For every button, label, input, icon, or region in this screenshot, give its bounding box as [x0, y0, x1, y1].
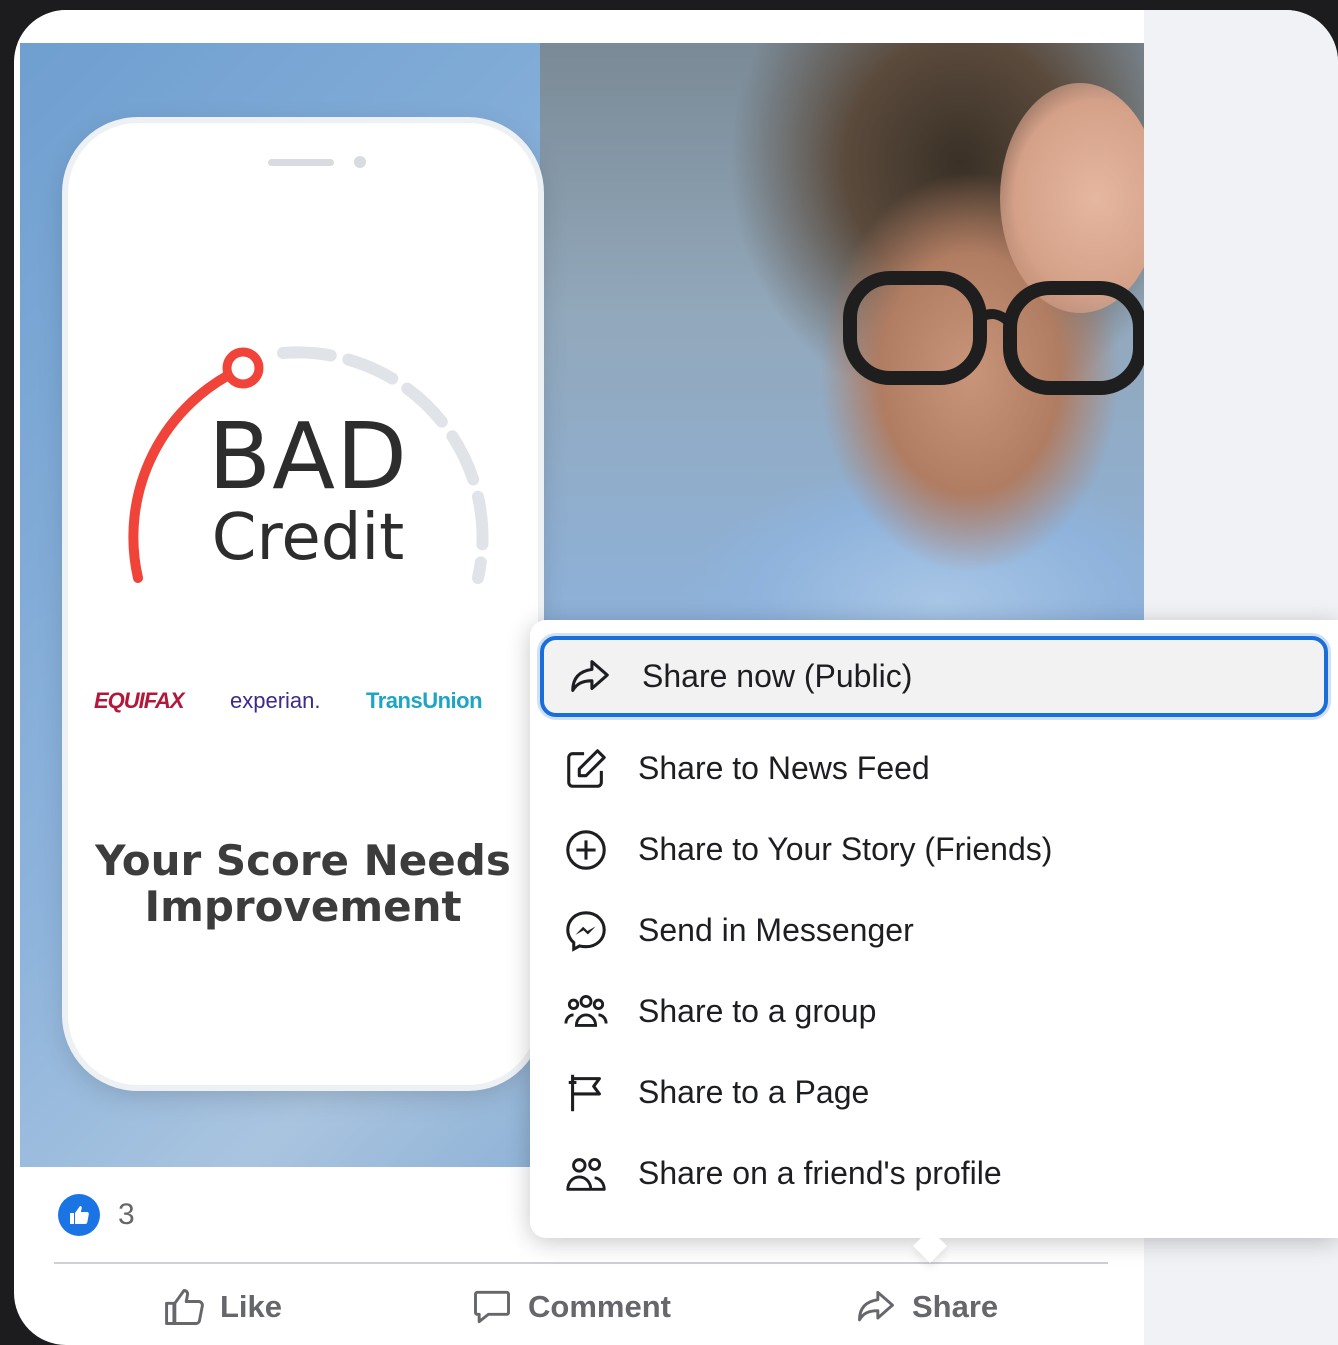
share-now-public-label: Share now (Public) — [642, 658, 913, 694]
like-label: Like — [220, 1289, 283, 1324]
share-to-group[interactable]: Share to a group — [540, 971, 1328, 1052]
phone-speaker — [268, 159, 334, 166]
score-tagline: Your Score Needs Improvement — [68, 838, 538, 930]
phone-camera — [354, 156, 366, 168]
share-to-story-label: Share to Your Story (Friends) — [638, 831, 1053, 867]
share-arrow-icon — [564, 651, 616, 703]
score-tagline-line1: Your Score Needs — [95, 836, 511, 885]
messenger-icon — [560, 905, 612, 957]
share-to-news-feed-label: Share to News Feed — [638, 750, 930, 786]
send-in-messenger-label: Send in Messenger — [638, 912, 914, 948]
comment-button[interactable]: Comment — [470, 1272, 671, 1342]
photo-glasses — [843, 271, 1144, 395]
like-button[interactable]: Like — [162, 1272, 282, 1342]
thumbs-up-icon — [58, 1194, 100, 1236]
share-menu: Share now (Public) Share to News Feed Sh… — [530, 620, 1338, 1263]
phone-mockup: BAD Credit EQUIFAX experian. TransUnion … — [68, 123, 538, 1085]
flag-icon — [560, 1067, 612, 1119]
share-icon — [858, 1290, 894, 1322]
score-tagline-line2: Improvement — [144, 882, 462, 931]
share-to-story[interactable]: Share to Your Story (Friends) — [540, 809, 1328, 890]
post-header-strip — [14, 10, 1144, 43]
reaction-count: 3 — [118, 1198, 135, 1231]
share-now-public[interactable]: Share now (Public) — [540, 636, 1328, 717]
comment-label: Comment — [528, 1289, 671, 1324]
credit-subheadline: Credit — [211, 501, 405, 575]
share-to-group-label: Share to a group — [638, 993, 877, 1029]
transunion-logo: TransUnion — [366, 688, 483, 713]
edit-icon — [560, 743, 612, 795]
action-divider — [54, 1262, 1108, 1264]
gauge-marker — [222, 347, 264, 389]
bad-headline: BAD — [208, 403, 408, 510]
share-label: Share — [912, 1289, 999, 1324]
group-icon — [560, 986, 612, 1038]
plus-circle-icon — [560, 824, 612, 876]
bureau-logos: EQUIFAX experian. TransUnion — [94, 678, 534, 718]
share-to-news-feed[interactable]: Share to News Feed — [540, 728, 1328, 809]
like-icon — [165, 1289, 204, 1325]
comment-icon — [474, 1290, 510, 1324]
share-on-friends-profile[interactable]: Share on a friend's profile — [540, 1133, 1328, 1214]
share-button[interactable]: Share — [854, 1272, 998, 1342]
friends-icon — [560, 1148, 612, 1200]
experian-logo: experian. — [230, 688, 321, 713]
share-to-page-label: Share to a Page — [638, 1074, 870, 1110]
share-on-friends-profile-label: Share on a friend's profile — [638, 1155, 1002, 1191]
equifax-logo: EQUIFAX — [94, 688, 185, 713]
send-in-messenger[interactable]: Send in Messenger — [540, 890, 1328, 971]
share-to-page[interactable]: Share to a Page — [540, 1052, 1328, 1133]
